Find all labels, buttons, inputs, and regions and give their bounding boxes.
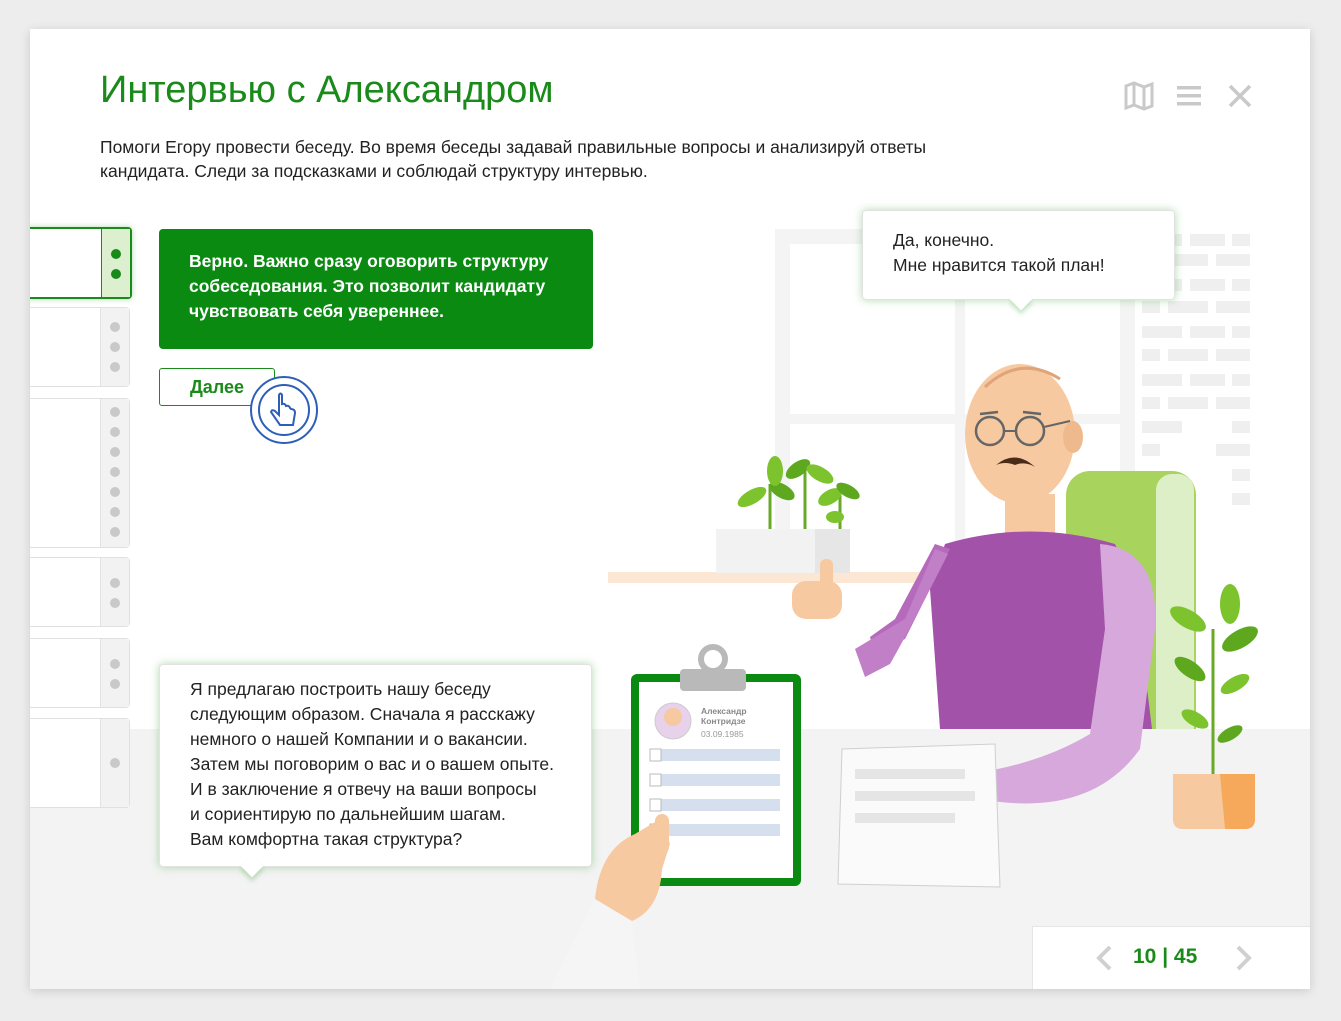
interviewer-line: и сориентирую по дальнейшим шагам. [190, 804, 506, 824]
prev-arrow-icon[interactable] [1093, 944, 1117, 972]
candidate-line: Да, конечно. [893, 230, 995, 250]
next-arrow-icon[interactable] [1231, 944, 1255, 972]
pager: 10 | 45 [1032, 926, 1310, 989]
candidate-birthdate: 03.09.1985 [701, 729, 744, 739]
tap-hint-icon [250, 376, 318, 444]
step-2[interactable] [30, 307, 130, 387]
step-dot [110, 679, 120, 689]
step-5[interactable] [30, 638, 130, 708]
instructions: Помоги Егору провести беседу. Во время б… [100, 137, 927, 181]
menu-icon[interactable] [1174, 81, 1206, 111]
candidate-name: Александр Контридзе [701, 706, 747, 726]
slide-card: Интервью с Александром Помоги Егору пров… [30, 29, 1310, 989]
step-6[interactable] [30, 718, 130, 808]
step-dot [110, 758, 120, 768]
step-dot [110, 467, 120, 477]
resume-papers [837, 743, 1001, 888]
step-dot [110, 527, 120, 537]
interviewer-line: следующим образом. Сначала я расскажу [190, 704, 535, 724]
interviewer-line: Вам комфортна такая структура? [190, 829, 463, 849]
step-dot [110, 447, 120, 457]
step-dot [110, 427, 120, 437]
step-dot [110, 322, 120, 332]
interviewer-line: Я предлагаю построить нашу беседу [190, 679, 491, 699]
step-3[interactable] [30, 398, 130, 548]
candidate-speech-bubble: Да, конечно. Мне нравится такой план! [862, 210, 1175, 311]
interviewer-line: Затем мы поговорим о вас и о вашем опыте… [190, 754, 554, 774]
step-4[interactable] [30, 557, 130, 627]
step-dot [110, 362, 120, 372]
step-dot [110, 578, 120, 588]
step-dot [110, 659, 120, 669]
step-dot [110, 507, 120, 517]
step-dot [110, 342, 120, 352]
interviewer-speech-bubble: Я предлагаю построить нашу беседу следую… [159, 664, 592, 878]
step-dot [110, 407, 120, 417]
step-dot [111, 269, 121, 279]
step-1[interactable] [30, 227, 132, 299]
feedback-message: Верно. Важно сразу оговорить структуру с… [159, 229, 593, 349]
interviewer-line: И в заключение я отвечу на ваши вопросы [190, 779, 537, 799]
page-title: Интервью с Александром [100, 69, 554, 111]
step-dot [110, 487, 120, 497]
interviewer-line: немного о нашей Компании и о вакансии. [190, 729, 528, 749]
map-icon[interactable] [1123, 81, 1155, 111]
candidate-line: Мне нравится такой план! [893, 255, 1105, 275]
page-counter: 10 | 45 [1133, 945, 1198, 968]
step-dot [111, 249, 121, 259]
close-icon[interactable] [1224, 81, 1256, 111]
step-dot [110, 598, 120, 608]
